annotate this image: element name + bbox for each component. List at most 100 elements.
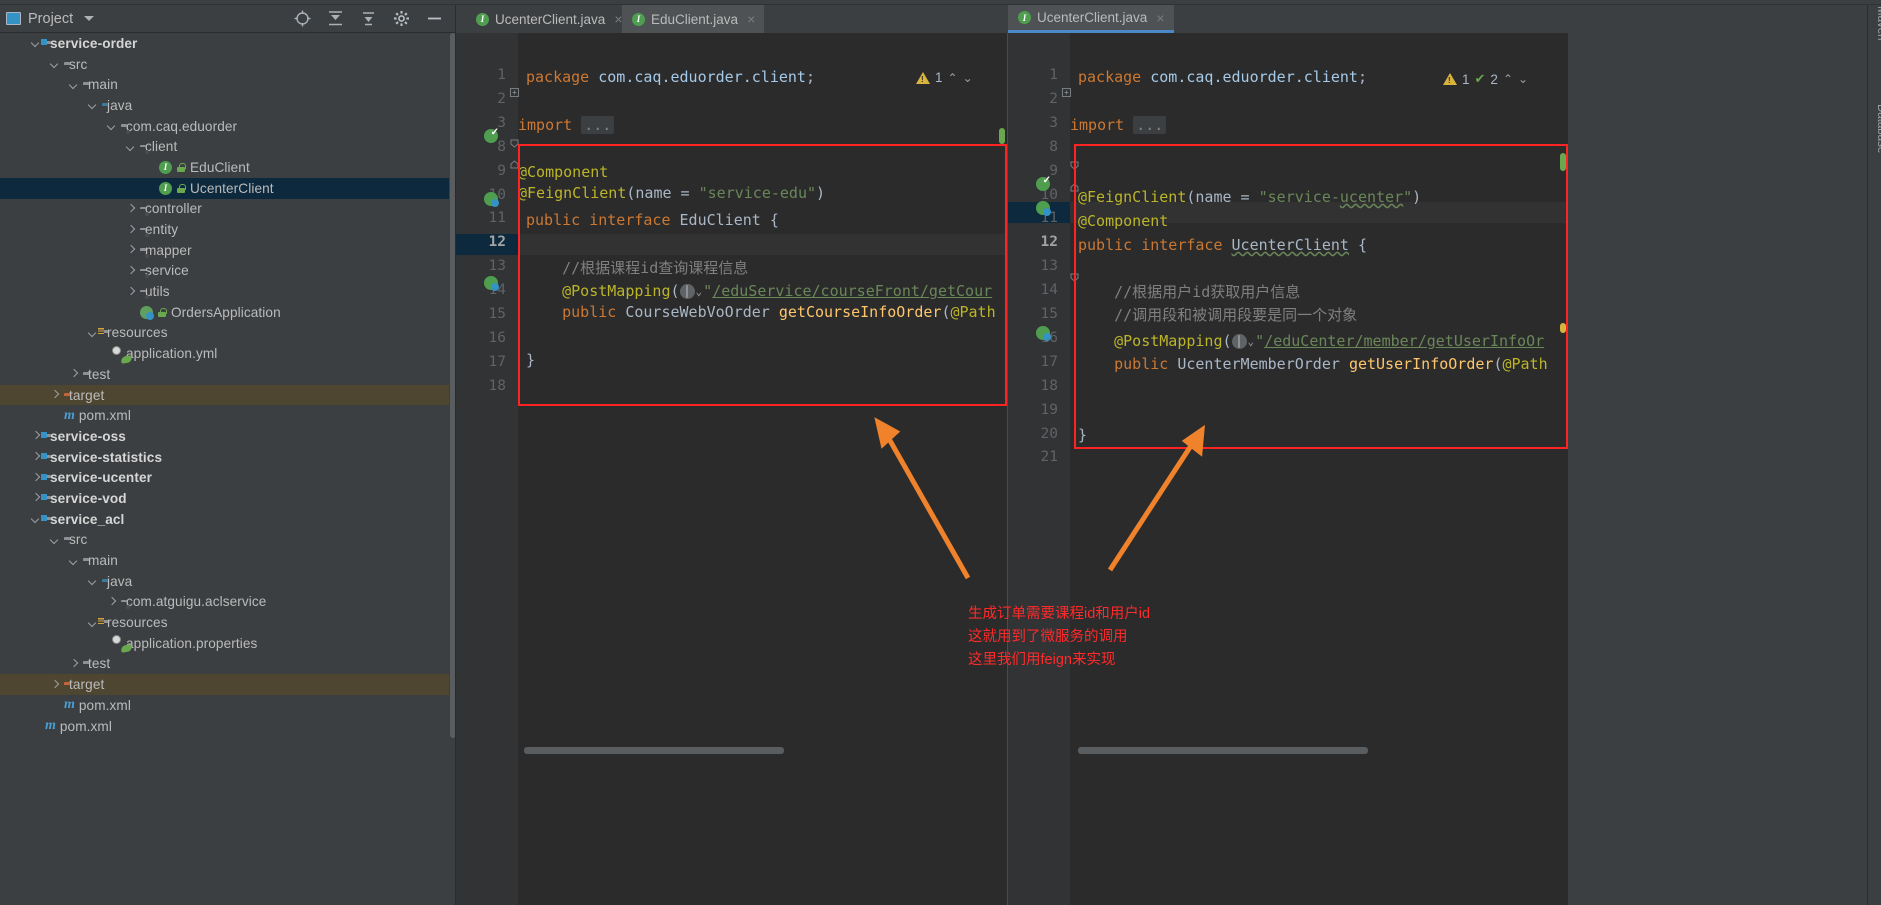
tree-item-application-properties[interactable]: application.properties bbox=[0, 633, 449, 654]
chevron-down-icon[interactable] bbox=[125, 141, 136, 152]
chevron-right-icon[interactable] bbox=[30, 472, 41, 483]
tree-item-src[interactable]: src bbox=[0, 530, 449, 551]
chevron-down-icon[interactable] bbox=[87, 327, 98, 338]
chevron-right-icon[interactable] bbox=[49, 390, 60, 401]
tree-item-pom-xml[interactable]: m pom.xml bbox=[0, 405, 449, 426]
tree-item-service-acl[interactable]: service_acl bbox=[0, 509, 449, 530]
tree-item-target[interactable]: target bbox=[0, 674, 449, 695]
tree-item-entity[interactable]: entity bbox=[0, 219, 449, 240]
collapse-all-icon[interactable] bbox=[326, 9, 345, 28]
chevron-down-icon[interactable] bbox=[87, 617, 98, 628]
chevron-right-icon[interactable] bbox=[125, 203, 136, 214]
tree-item-resources[interactable]: resources bbox=[0, 323, 449, 344]
tab-ucenterclient-right[interactable]: I UcenterClient.java × bbox=[1008, 5, 1174, 33]
fold-marker-import[interactable]: + bbox=[510, 88, 519, 97]
chevron-right-icon[interactable] bbox=[106, 596, 117, 607]
tree-item-resources[interactable]: resources bbox=[0, 612, 449, 633]
tree-item-target[interactable]: target bbox=[0, 384, 449, 406]
sidebar-item-maven[interactable]: Maven bbox=[1875, 6, 1881, 76]
fold-marker-method-right[interactable] bbox=[1070, 273, 1079, 282]
editor-pane-left[interactable]: 12389101112131415161718 + package com.ca… bbox=[456, 33, 1007, 905]
target-icon[interactable] bbox=[293, 9, 312, 28]
tree-item-mapper[interactable]: mapper bbox=[0, 240, 449, 261]
sidebar-item-database[interactable]: Database bbox=[1875, 104, 1881, 174]
tree-item-com-atguigu-aclservice[interactable]: com.atguigu.aclservice bbox=[0, 592, 449, 613]
tree-item-test[interactable]: test bbox=[0, 364, 449, 385]
run-leaf-icon-right[interactable] bbox=[1036, 175, 1051, 192]
run-leaf-icon[interactable] bbox=[484, 127, 499, 144]
tab-ucenterclient-left[interactable]: I UcenterClient.java × bbox=[466, 5, 632, 33]
close-icon[interactable]: × bbox=[1156, 10, 1164, 26]
chevron-down-icon[interactable] bbox=[30, 514, 41, 525]
expand-icon[interactable] bbox=[359, 9, 378, 28]
chevron-down-icon[interactable]: ⌄ bbox=[963, 71, 973, 85]
tree-item-service-statistics[interactable]: service-statistics bbox=[0, 447, 449, 468]
chevron-up-icon[interactable]: ⌃ bbox=[948, 71, 958, 85]
tree-item-utils[interactable]: utils bbox=[0, 281, 449, 302]
editor-pane-right[interactable]: 12389101112131415161718192021 + package … bbox=[1008, 33, 1568, 905]
chevron-right-icon[interactable] bbox=[125, 245, 136, 256]
close-icon[interactable]: × bbox=[747, 11, 755, 27]
editor-hscrollbar-left[interactable] bbox=[524, 747, 784, 754]
spring-bean-icon-right[interactable] bbox=[1036, 201, 1051, 216]
tree-item-service-vod[interactable]: service-vod bbox=[0, 488, 449, 509]
chevron-down-icon[interactable] bbox=[49, 534, 60, 545]
tree-item-ucenterclient[interactable]: I UcenterClient bbox=[0, 177, 449, 199]
tree-item-com-caq-eduorder[interactable]: com.caq.eduorder bbox=[0, 116, 449, 137]
chevron-down-icon[interactable] bbox=[30, 38, 41, 49]
chevron-right-icon[interactable] bbox=[49, 679, 60, 690]
chevron-down-icon[interactable] bbox=[49, 59, 60, 70]
chevron-down-icon[interactable] bbox=[68, 555, 79, 566]
chevron-right-icon[interactable] bbox=[125, 224, 136, 235]
project-tree[interactable]: service-order src main java com.caq.eduorder… bbox=[0, 33, 449, 905]
spring-mapping-icon-right[interactable] bbox=[1036, 326, 1051, 341]
chevron-right-icon[interactable] bbox=[30, 493, 41, 504]
tree-item-pom-xml[interactable]: m pom.xml bbox=[0, 695, 449, 716]
chevron-right-icon[interactable] bbox=[125, 286, 136, 297]
editor-hscrollbar-right[interactable] bbox=[1078, 747, 1368, 754]
settings-gear-icon[interactable] bbox=[392, 9, 411, 28]
fold-marker-annotation[interactable] bbox=[510, 139, 519, 148]
tree-item-ordersapplication[interactable]: OrdersApplication bbox=[0, 302, 449, 323]
spring-bean-icon[interactable] bbox=[484, 192, 499, 207]
tree-item-service-ucenter[interactable]: service-ucenter bbox=[0, 467, 449, 488]
tree-item-main[interactable]: main bbox=[0, 74, 449, 95]
chevron-right-icon[interactable] bbox=[30, 452, 41, 463]
tree-item-java[interactable]: java bbox=[0, 571, 449, 592]
code-line-20-right: } bbox=[1078, 426, 1088, 444]
chevron-right-icon[interactable] bbox=[68, 658, 79, 669]
tab-educlient[interactable]: I EduClient.java × bbox=[622, 5, 765, 33]
chevron-down-icon[interactable] bbox=[87, 100, 98, 111]
chevron-down-icon[interactable] bbox=[106, 121, 117, 132]
tree-item-test[interactable]: test bbox=[0, 654, 449, 675]
tree-item-java[interactable]: java bbox=[0, 95, 449, 116]
chevron-right-icon[interactable] bbox=[68, 369, 79, 380]
tree-item-controller[interactable]: controller bbox=[0, 199, 449, 220]
tree-item-client[interactable]: client bbox=[0, 136, 449, 157]
tree-item-service-order[interactable]: service-order bbox=[0, 33, 449, 54]
inspection-status-right[interactable]: 1 ✔ 2 ⌃ ⌄ bbox=[1443, 71, 1528, 87]
chevron-down-icon[interactable] bbox=[68, 79, 79, 90]
fold-marker-import-right[interactable]: + bbox=[1062, 88, 1071, 97]
tree-item-educlient[interactable]: I EduClient bbox=[0, 157, 449, 178]
minimize-icon[interactable] bbox=[425, 9, 444, 28]
tree-item-label: resources bbox=[107, 615, 168, 631]
chevron-down-icon[interactable]: ⌄ bbox=[1518, 72, 1528, 86]
tree-item-service-oss[interactable]: service-oss bbox=[0, 426, 449, 447]
project-panel-title[interactable]: Project bbox=[6, 11, 95, 27]
spring-mapping-icon[interactable] bbox=[484, 276, 499, 291]
chevron-down-icon[interactable] bbox=[87, 576, 98, 587]
chevron-right-icon[interactable] bbox=[30, 431, 41, 442]
right-tool-sidebar[interactable]: Maven Database bbox=[1867, 5, 1881, 905]
fold-marker-ann1-right[interactable] bbox=[1070, 161, 1079, 170]
tree-item-src[interactable]: src bbox=[0, 54, 449, 75]
tree-item-pom-xml[interactable]: m pom.xml bbox=[0, 716, 449, 737]
tree-item-label: mapper bbox=[145, 242, 192, 258]
tree-item-service[interactable]: service bbox=[0, 261, 449, 282]
chevron-down-icon[interactable] bbox=[84, 16, 95, 21]
chevron-right-icon[interactable] bbox=[125, 265, 136, 276]
inspection-status-left[interactable]: 1 ⌃ ⌄ bbox=[916, 70, 973, 85]
tree-item-main[interactable]: main bbox=[0, 550, 449, 571]
tree-item-application-yml[interactable]: application.yml bbox=[0, 343, 449, 364]
chevron-up-icon[interactable]: ⌃ bbox=[1503, 72, 1513, 86]
